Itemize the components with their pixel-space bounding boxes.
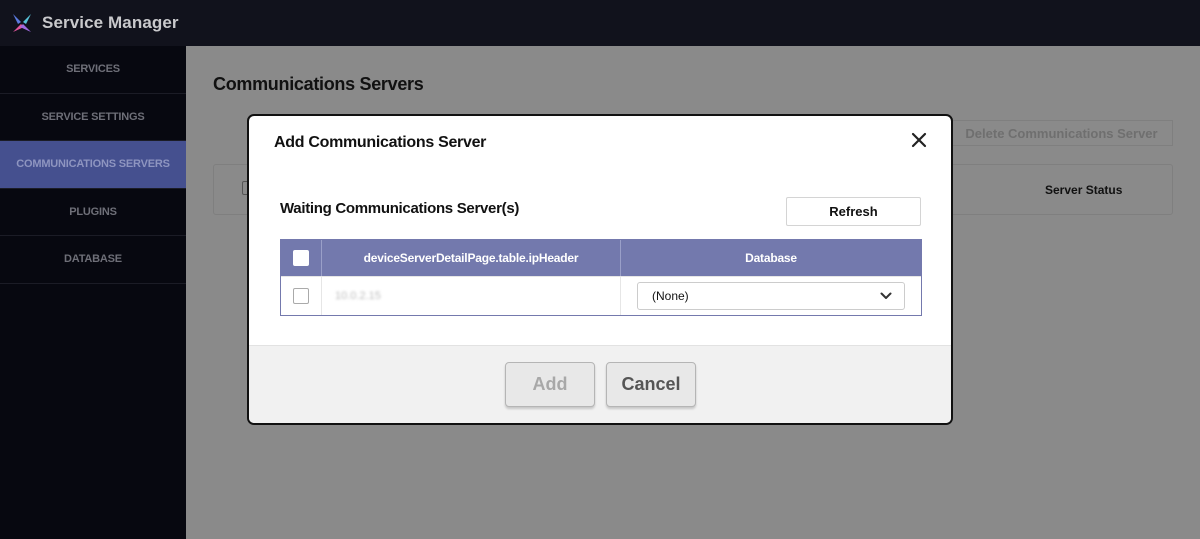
- row-checkbox[interactable]: [293, 288, 309, 304]
- database-header: Database: [745, 251, 797, 265]
- page-title: Communications Servers: [213, 74, 424, 94]
- row-select-cell: [281, 277, 322, 315]
- app-title: Service Manager: [42, 13, 179, 32]
- database-select[interactable]: (None): [637, 282, 905, 310]
- server-status-header: Server Status: [1045, 183, 1123, 197]
- database-select-value: (None): [652, 289, 689, 303]
- dialog-footer: Add Cancel: [249, 345, 951, 423]
- sidebar-item-communications-servers[interactable]: COMMUNICATIONS SERVERS: [0, 141, 186, 189]
- delete-communications-server-button: Delete Communications Server: [950, 120, 1173, 146]
- sidebar-item-plugins[interactable]: PLUGINS: [0, 189, 186, 236]
- add-communications-server-dialog: Add Communications Server Waiting Commun…: [247, 114, 953, 425]
- dialog-title: Add Communications Server: [274, 134, 487, 151]
- table-header: deviceServerDetailPage.table.ipHeader Da…: [281, 240, 921, 276]
- sidebar: SERVICES SERVICE SETTINGS COMMUNICATIONS…: [0, 46, 186, 539]
- refresh-button[interactable]: Refresh: [786, 197, 921, 226]
- cancel-button[interactable]: Cancel: [606, 362, 696, 407]
- top-bar: Service Manager: [0, 0, 1200, 46]
- close-icon[interactable]: [910, 131, 928, 149]
- select-all-cell: [281, 240, 322, 276]
- table-row: 10.0.2.15 (None): [281, 276, 921, 315]
- database-cell: (None): [621, 277, 921, 315]
- ip-address: 10.0.2.15: [335, 290, 381, 302]
- select-all-checkbox[interactable]: [293, 250, 309, 266]
- chevron-down-icon: [880, 292, 892, 299]
- ip-header: deviceServerDetailPage.table.ipHeader: [322, 240, 621, 276]
- ip-cell: 10.0.2.15: [322, 277, 621, 315]
- service-manager-logo: [13, 14, 31, 32]
- sidebar-item-services[interactable]: SERVICES: [0, 46, 186, 94]
- waiting-servers-title: Waiting Communications Server(s): [280, 200, 520, 217]
- waiting-servers-table: deviceServerDetailPage.table.ipHeader Da…: [280, 239, 922, 316]
- sidebar-item-service-settings[interactable]: SERVICE SETTINGS: [0, 94, 186, 141]
- add-button[interactable]: Add: [505, 362, 595, 407]
- sidebar-item-database[interactable]: DATABASE: [0, 236, 186, 284]
